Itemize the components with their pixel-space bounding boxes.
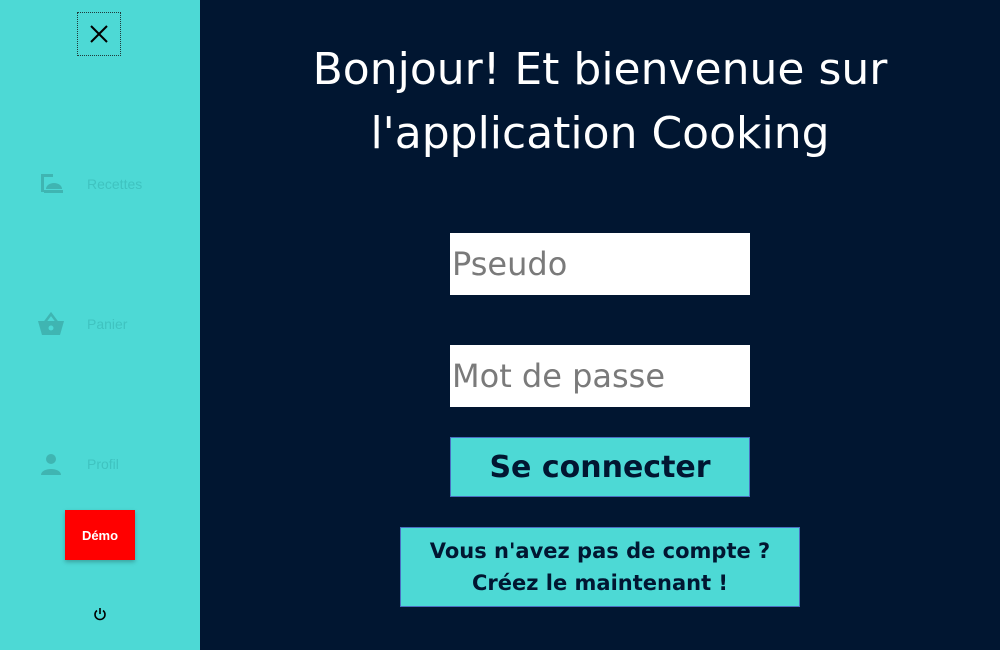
signup-line-2: Créez le maintenant ! <box>471 571 729 595</box>
signup-button[interactable]: Vous n'avez pas de compte ? Créez le mai… <box>400 527 800 607</box>
basket-icon <box>36 309 66 339</box>
person-icon <box>36 449 66 479</box>
password-input[interactable] <box>450 345 750 407</box>
recipe-dish-icon <box>36 169 66 199</box>
sidebar-item-profil[interactable]: Profil <box>36 449 186 479</box>
sidebar-item-label: Recettes <box>87 176 143 192</box>
sidebar-item-label: Profil <box>87 456 119 472</box>
signup-line-1: Vous n'avez pas de compte ? <box>429 539 771 563</box>
page-title: Bonjour! Et bienvenue sur l'application … <box>200 38 1000 166</box>
title-line-1: Bonjour! Et bienvenue sur <box>312 44 888 95</box>
close-icon <box>90 25 108 43</box>
power-icon <box>94 608 106 621</box>
username-input[interactable] <box>450 233 750 295</box>
login-button[interactable]: Se connecter <box>450 437 750 497</box>
close-sidebar-button[interactable] <box>77 12 121 56</box>
sidebar-item-panier[interactable]: Panier <box>36 309 186 339</box>
sidebar: Recettes Panier Profil Démo <box>0 0 200 650</box>
logout-button[interactable] <box>90 604 110 624</box>
sidebar-item-label: Panier <box>87 316 128 332</box>
demo-button[interactable]: Démo <box>65 510 135 560</box>
title-line-2: l'application Cooking <box>370 108 830 159</box>
sidebar-item-recettes[interactable]: Recettes <box>36 169 186 199</box>
main-panel: Bonjour! Et bienvenue sur l'application … <box>200 0 1000 650</box>
